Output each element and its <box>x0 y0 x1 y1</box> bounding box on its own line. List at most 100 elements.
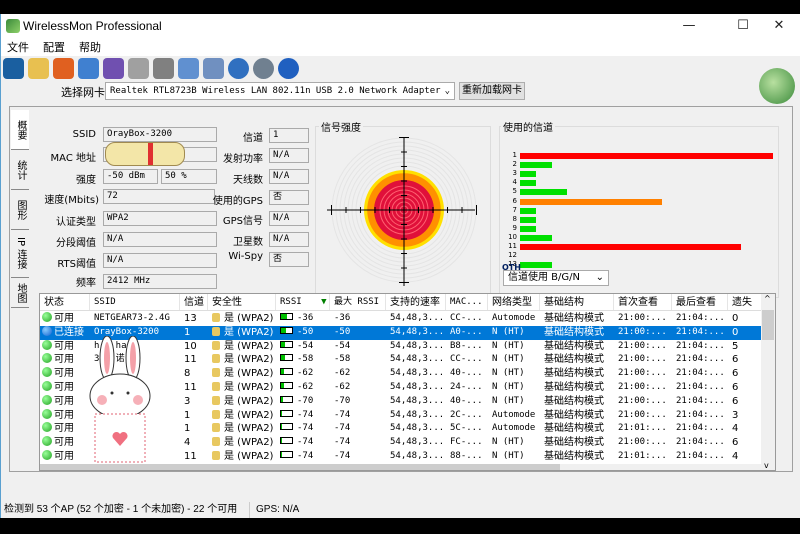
print-icon[interactable] <box>153 58 174 79</box>
cell-text: 11 <box>184 354 197 365</box>
cell-text: 40-... <box>450 396 483 406</box>
column-header-label: 安全性 <box>212 297 242 308</box>
cell-infra: 基础结构模式 <box>540 340 614 354</box>
cell-text: 是 (WPA2) <box>224 396 273 407</box>
lock-icon <box>212 410 220 419</box>
vertical-scrollbar[interactable]: ^v <box>761 294 775 470</box>
scroll-sticker-icon <box>105 142 185 166</box>
column-header[interactable]: 状态 <box>40 294 90 310</box>
cell-text: 54,48,3... <box>390 423 444 433</box>
reload-adapter-button[interactable]: 重新加载网卡 <box>459 82 525 100</box>
cell-max: -58 <box>330 353 386 367</box>
menu-help[interactable]: 帮助 <box>79 39 101 55</box>
frag-field: N/A <box>103 232 217 247</box>
disconnect-icon[interactable] <box>103 58 124 79</box>
tab-map[interactable]: 地图 <box>11 278 29 308</box>
open-folder-icon[interactable] <box>28 58 49 79</box>
channel-label: 6 <box>503 197 517 205</box>
cell-text: 40-... <box>450 368 483 378</box>
cell-rssi: -50 <box>276 326 330 340</box>
channel-label: 信道 <box>217 129 263 144</box>
table-row[interactable]: 可用NETGEAR73-2.4G13是 (WPA2)-36-3654,48,3.… <box>40 312 762 326</box>
cell-text: 基础结构模式 <box>544 396 604 407</box>
target-icon[interactable] <box>53 58 74 79</box>
column-header[interactable]: 支持的速率 <box>386 294 446 310</box>
channel-label: 4 <box>503 178 517 186</box>
title-bar: WirelessMon Professional — ☐ ✕ <box>1 14 800 38</box>
cell-rssi: -58 <box>276 353 330 367</box>
cell-max: -62 <box>330 367 386 381</box>
strength-label: 强度 <box>41 171 96 186</box>
cell-status: 可用 <box>40 367 90 381</box>
status-dot-icon <box>42 381 52 391</box>
cell-text: -50 <box>334 327 350 337</box>
cell-text: -62 <box>334 368 350 378</box>
channel-label: 3 <box>503 169 517 177</box>
channel-bar <box>520 208 536 214</box>
column-header[interactable]: 首次查看 <box>614 294 672 310</box>
cell-text: 可用 <box>54 354 74 365</box>
column-header[interactable]: 安全性 <box>208 294 276 310</box>
channel-bar <box>520 180 536 186</box>
adapter-select[interactable]: Realtek RTL8723B Wireless LAN 802.11n US… <box>105 82 455 100</box>
status-dot-icon <box>42 353 52 363</box>
cell-text: 21:01:... <box>618 451 667 461</box>
column-header-label: 最后查看 <box>676 297 716 308</box>
cell-text: N (HT) <box>492 396 525 406</box>
column-header[interactable]: 遗失 <box>728 294 762 310</box>
adapter-label: 选择网卡 <box>61 84 105 100</box>
tab-ip-connection[interactable]: IP 连接 <box>11 230 29 278</box>
cell-rates: 54,48,3... <box>386 436 446 450</box>
column-header[interactable]: 最后查看 <box>672 294 728 310</box>
cell-type: Automode <box>488 409 540 423</box>
cell-text: -74 <box>334 410 350 420</box>
cell-text: 21:04:... <box>676 396 725 406</box>
minimize-button[interactable]: — <box>667 14 711 38</box>
column-header[interactable]: 信道 <box>180 294 208 310</box>
tab-graph[interactable]: 图形 <box>11 190 29 230</box>
play-log-icon[interactable] <box>128 58 149 79</box>
lock-icon <box>212 382 220 391</box>
cell-text: 基础结构模式 <box>544 368 604 379</box>
cell-first: 21:01:... <box>614 422 672 436</box>
satellites-field: N/A <box>269 232 309 247</box>
clipboard-icon[interactable] <box>203 58 224 79</box>
antenna-field: N/A <box>269 169 309 184</box>
menu-bar: 文件 配置 帮助 <box>1 38 800 56</box>
cell-text: 11 <box>184 451 197 462</box>
channel-field: 1 <box>269 128 309 143</box>
signal-target-chart <box>319 134 489 294</box>
column-header[interactable]: 最大 RSSI <box>330 294 386 310</box>
cell-text: 是 (WPA2) <box>224 327 273 338</box>
sort-desc-icon[interactable]: ▼ <box>316 297 327 307</box>
column-header[interactable]: 网络类型 <box>488 294 540 310</box>
channel-label: 9 <box>503 224 517 232</box>
column-header[interactable]: 基础结构 <box>540 294 614 310</box>
globe-icon[interactable] <box>228 58 249 79</box>
menu-file[interactable]: 文件 <box>7 39 29 55</box>
column-header[interactable]: RSSI ▼ <box>276 294 330 310</box>
channel-mode-select[interactable]: 信道使用 B/G/N⌄ <box>503 270 609 286</box>
column-header[interactable]: MAC... <box>446 294 488 310</box>
cell-text: 基础结构模式 <box>544 382 604 393</box>
status-dot-icon <box>42 312 52 322</box>
verify-icon[interactable] <box>178 58 199 79</box>
cell-mac: A0-... <box>446 326 488 340</box>
cell-last: 21:04:... <box>672 326 728 340</box>
connect-icon[interactable] <box>78 58 99 79</box>
cell-text: 是 (WPA2) <box>224 423 273 434</box>
save-icon[interactable] <box>3 58 24 79</box>
channel-label: 1 <box>503 151 517 159</box>
gps-used-field: 否 <box>269 190 309 205</box>
help-icon[interactable] <box>278 58 299 79</box>
column-header[interactable]: SSID <box>90 294 180 310</box>
cell-status: 可用 <box>40 395 90 409</box>
info-icon[interactable] <box>253 58 274 79</box>
tab-overview[interactable]: 概要 <box>11 110 29 150</box>
menu-config[interactable]: 配置 <box>43 39 65 55</box>
cell-text: 基础结构模式 <box>544 451 604 462</box>
channel-mode-value: 信道使用 B/G/N <box>508 272 580 283</box>
tab-statistics[interactable]: 统计 <box>11 150 29 190</box>
close-button[interactable]: ✕ <box>757 14 800 38</box>
cell-text: N (HT) <box>492 382 525 392</box>
